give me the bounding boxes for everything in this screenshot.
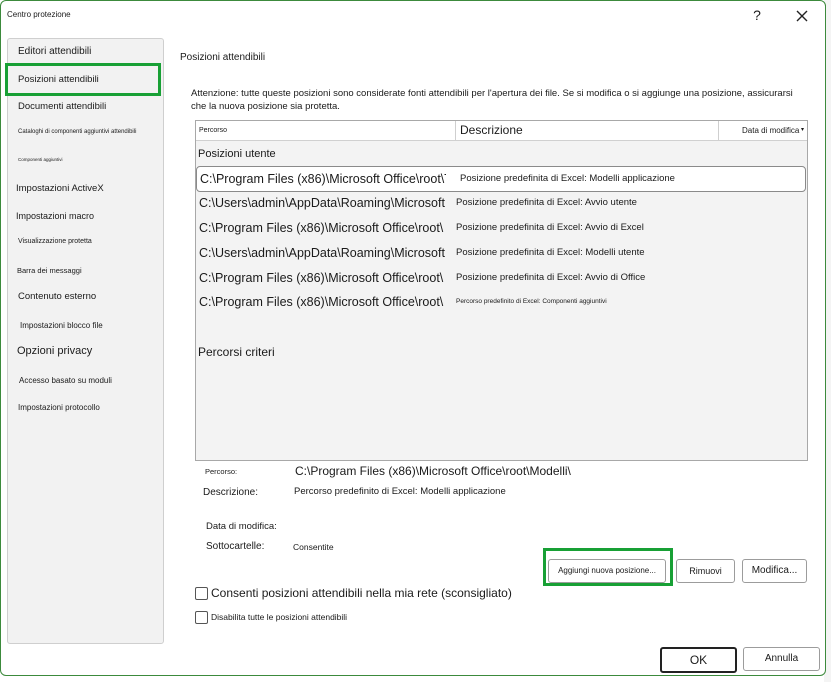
- row-path: C:\Program Files (x86)\Microsoft Office\…: [199, 295, 444, 309]
- trust-center-dialog: Centro protezione ? Editori attendibili …: [0, 0, 826, 676]
- table-row[interactable]: C:\Program Files (x86)\Microsoft Office\…: [196, 216, 807, 240]
- row-path: C:\Users\admin\AppData\Roaming\Microsoft: [199, 196, 445, 210]
- modify-button[interactable]: Modifica...: [742, 559, 807, 583]
- add-button-highlight: [543, 548, 673, 586]
- row-description: Percorso predefinito di Excel: Component…: [456, 298, 607, 305]
- sidebar-item-protected-view[interactable]: Visualizzazione protetta: [18, 238, 92, 245]
- date-label: Data di modifica:: [206, 521, 277, 532]
- row-path: C:\Program Files (x86)\Microsoft Office\…: [199, 221, 444, 235]
- column-header-description[interactable]: Descrizione: [460, 121, 523, 140]
- column-header-date[interactable]: Data di modifica: [742, 121, 799, 140]
- locations-table: Percorso Descrizione Data di modifica ▾ …: [195, 120, 808, 461]
- table-header: Percorso Descrizione Data di modifica ▾: [196, 121, 807, 141]
- disable-all-checkbox[interactable]: [195, 611, 208, 624]
- table-row[interactable]: C:\Program Files (x86)\Microsoft Office\…: [196, 266, 807, 290]
- row-description: Posizione predefinita di Excel: Modelli …: [456, 247, 645, 258]
- row-path: C:\Program Files (x86)\Microsoft Office\…: [199, 271, 444, 285]
- sidebar-item-external-content[interactable]: Contenuto esterno: [18, 291, 96, 302]
- cancel-button[interactable]: Annulla: [743, 647, 820, 671]
- sidebar-item-trusted-documents[interactable]: Documenti attendibili: [18, 101, 106, 112]
- disable-all-label: Disabilita tutte le posizioni attendibil…: [211, 612, 348, 622]
- column-divider[interactable]: [455, 121, 456, 140]
- group-policy-locations: Percorsi criteri: [198, 345, 275, 359]
- ok-button[interactable]: OK: [660, 647, 737, 673]
- table-row[interactable]: C:\Program Files (x86)\Microsoft Office\…: [196, 290, 807, 314]
- description-label: Descrizione:: [203, 487, 259, 498]
- warning-text: Attenzione: tutte queste posizioni sono …: [191, 88, 793, 112]
- sidebar-item-protocol[interactable]: Impostazioni protocollo: [18, 403, 100, 412]
- row-description: Posizione predefinita di Excel: Avvio di…: [456, 222, 644, 233]
- sidebar-item-form-access[interactable]: Accesso basato su moduli: [19, 376, 112, 385]
- column-divider[interactable]: [718, 121, 719, 140]
- close-icon[interactable]: [791, 5, 813, 27]
- sidebar-item-macro[interactable]: Impostazioni macro: [16, 211, 94, 221]
- page-title: Posizioni attendibili: [180, 52, 266, 63]
- path-label: Percorso:: [205, 467, 238, 476]
- network-locations-checkbox[interactable]: [195, 587, 208, 600]
- network-locations-label: Consenti posizioni attendibili nella mia…: [211, 586, 512, 600]
- remove-button[interactable]: Rimuovi: [676, 559, 735, 583]
- description-value: Percorso predefinito di Excel: Modelli a…: [294, 486, 506, 497]
- sort-chevron-icon: ▾: [801, 127, 805, 133]
- help-icon[interactable]: ?: [747, 5, 767, 25]
- row-description: Posizione predefinita di Excel: Modelli …: [460, 173, 675, 184]
- row-path: C:\Program Files (x86)\Microsoft Office\…: [200, 172, 446, 186]
- table-row[interactable]: C:\Program Files (x86)\Microsoft Office\…: [196, 166, 806, 192]
- sidebar-item-trusted-publishers[interactable]: Editori attendibili: [18, 46, 91, 57]
- sidebar-item-file-block[interactable]: Impostazioni blocco file: [20, 321, 103, 330]
- table-row[interactable]: C:\Users\admin\AppData\Roaming\Microsoft…: [196, 191, 807, 215]
- sidebar-item-activex[interactable]: Impostazioni ActiveX: [16, 183, 104, 194]
- sidebar-item-trusted-addin-catalogs[interactable]: Cataloghi di componenti aggiuntivi atten…: [18, 129, 136, 135]
- sidebar: Editori attendibili Posizioni attendibil…: [7, 38, 164, 644]
- sidebar-selection-highlight: [5, 63, 161, 96]
- row-description: Posizione predefinita di Excel: Avvio di…: [456, 272, 646, 283]
- window-title: Centro protezione: [7, 10, 71, 19]
- sidebar-item-privacy[interactable]: Opzioni privacy: [17, 345, 92, 357]
- row-path: C:\Users\admin\AppData\Roaming\Microsoft: [199, 246, 445, 260]
- column-header-path[interactable]: Percorso: [199, 121, 227, 140]
- sidebar-item-message-bar[interactable]: Barra dei messaggi: [17, 266, 82, 275]
- group-user-locations: Posizioni utente: [198, 148, 276, 160]
- row-description: Posizione predefinita di Excel: Avvio ut…: [456, 197, 637, 208]
- table-row[interactable]: C:\Users\admin\AppData\Roaming\Microsoft…: [196, 241, 807, 265]
- sidebar-item-addins[interactable]: Componenti aggiuntivi: [18, 157, 63, 162]
- path-value: C:\Program Files (x86)\Microsoft Office\…: [295, 464, 571, 478]
- subfolders-label: Sottocartelle:: [206, 541, 265, 552]
- subfolders-value: Consentite: [293, 542, 334, 552]
